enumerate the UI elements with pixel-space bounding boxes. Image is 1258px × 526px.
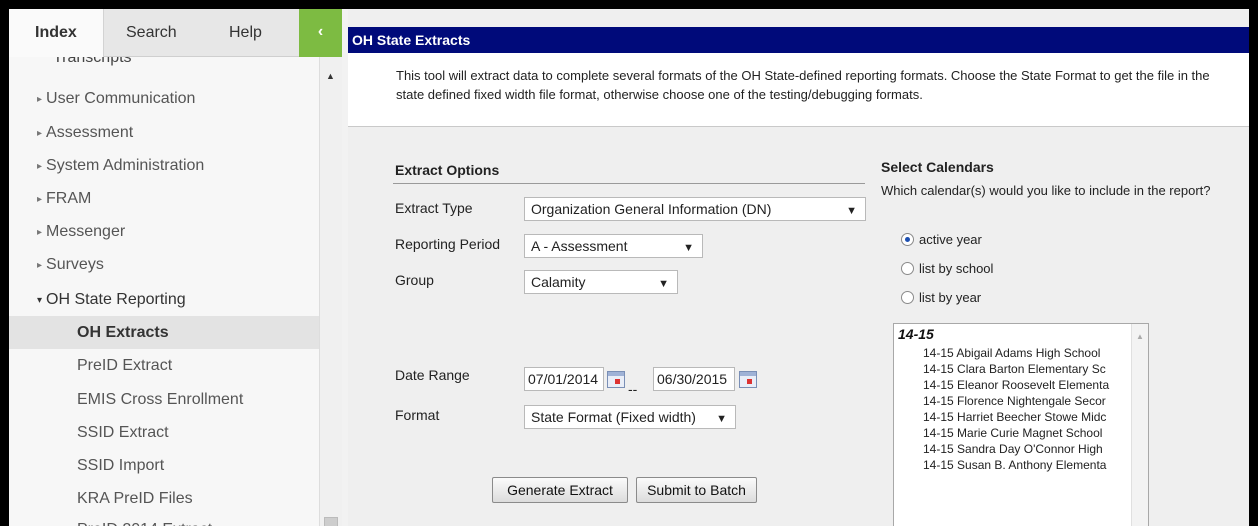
sidebar-item-oh-state-reporting[interactable]: ▾ OH State Reporting [9, 283, 319, 316]
extract-type-select[interactable]: Organization General Information (DN) ▼ [524, 197, 866, 221]
sidebar-item-messenger[interactable]: ▸ Messenger [9, 215, 319, 248]
sidebar-tabs: Index Search Help ‹ [9, 9, 342, 57]
radio-label: active year [919, 232, 982, 247]
tab-help[interactable]: Help [229, 9, 262, 57]
collapsed-arrow-icon: ▸ [37, 161, 43, 172]
sidebar-item-fram[interactable]: ▸ FRAM [9, 182, 319, 215]
collapsed-arrow-icon: ▸ [37, 128, 43, 139]
collapsed-arrow-icon: ▸ [37, 227, 43, 238]
sidebar-item-preid-2014-extract[interactable]: PreID 2014 Extract [9, 513, 319, 526]
sidebar-item-ssid-import[interactable]: SSID Import [9, 449, 319, 482]
radio-button[interactable] [901, 262, 914, 275]
extract-options-title: Extract Options [395, 162, 500, 178]
list-item[interactable]: 14-15 Susan B. Anthony Elementa [923, 457, 1148, 473]
list-item[interactable]: 14-15 Harriet Beecher Stowe Midc [923, 409, 1148, 425]
list-scrollbar[interactable]: ▲ [1131, 324, 1148, 526]
sidebar-item-assessment[interactable]: ▸ Assessment [9, 116, 319, 149]
calendars-question: Which calendar(s) would you like to incl… [881, 183, 1211, 198]
collapse-sidebar-button[interactable]: ‹ [299, 9, 342, 57]
sidebar-item-label: OH State Reporting [46, 291, 186, 308]
caret-down-icon: ▼ [846, 205, 857, 217]
sidebar-item-preid-extract[interactable]: PreID Extract [9, 349, 319, 382]
section-divider [393, 183, 865, 184]
format-label: Format [395, 407, 440, 423]
sidebar-item-system-administration[interactable]: ▸ System Administration [9, 149, 319, 182]
sidebar-item-label: System Administration [46, 157, 205, 174]
list-item[interactable]: 14-15 Abigail Adams High School [923, 345, 1148, 361]
radio-label: list by year [919, 290, 982, 305]
sidebar-nav: Transcripts ▸ User Communication ▸ Assessm… [9, 57, 319, 526]
calendar-icon[interactable] [739, 371, 757, 388]
list-item[interactable]: 14-15 Marie Curie Magnet School [923, 425, 1148, 441]
sidebar-item-label: Surveys [46, 256, 104, 273]
expanded-arrow-icon: ▾ [37, 295, 43, 306]
list-item[interactable]: 14-15 Florence Nightengale Secor [923, 393, 1148, 409]
date-range-separator: -- [628, 381, 638, 397]
sidebar-item-emis-cross-enrollment[interactable]: EMIS Cross Enrollment [9, 383, 319, 416]
scroll-up-icon[interactable]: ▲ [1136, 332, 1144, 341]
generate-extract-button[interactable]: Generate Extract [492, 477, 628, 503]
sidebar-item-ssid-extract[interactable]: SSID Extract [9, 416, 319, 449]
sidebar-item-label: Assessment [46, 124, 134, 141]
sidebar-item-transcripts-partial[interactable]: Transcripts [53, 57, 132, 67]
collapsed-arrow-icon: ▸ [37, 194, 43, 205]
start-date-input[interactable]: 07/01/2014 [524, 367, 604, 391]
sidebar: Index Search Help ‹ Transcripts ▸ User Co… [9, 9, 342, 526]
caret-down-icon: ▼ [658, 278, 669, 290]
reporting-period-value: A - Assessment [531, 238, 628, 254]
extract-type-label: Extract Type [395, 200, 473, 216]
radio-label: list by school [919, 261, 994, 276]
sidebar-item-oh-extracts[interactable]: OH Extracts [9, 316, 319, 349]
tab-index[interactable]: Index [9, 9, 104, 57]
extract-type-value: Organization General Information (DN) [531, 201, 772, 217]
sidebar-item-label: FRAM [46, 190, 92, 207]
collapsed-arrow-icon: ▸ [37, 94, 43, 105]
sidebar-item-user-communication[interactable]: ▸ User Communication [9, 82, 319, 115]
end-date-input[interactable]: 06/30/2015 [653, 367, 735, 391]
group-select[interactable]: Calamity ▼ [524, 270, 678, 294]
group-label: Group [395, 272, 434, 288]
sidebar-item-surveys[interactable]: ▸ Surveys [9, 248, 319, 281]
radio-button[interactable] [901, 291, 914, 304]
page-title: OH State Extracts [348, 27, 1249, 53]
collapsed-arrow-icon: ▸ [37, 260, 43, 271]
calendar-icon[interactable] [607, 371, 625, 388]
calendar-group-header: 14-15 [898, 326, 934, 342]
sidebar-item-kra-preid-files[interactable]: KRA PreID Files [9, 482, 319, 515]
description-box: This tool will extract data to complete … [348, 53, 1249, 127]
calendar-list[interactable]: 14-15 14-15 Abigail Adams High School 14… [893, 323, 1149, 526]
list-item[interactable]: 14-15 Sandra Day O'Connor High [923, 441, 1148, 457]
scrollbar-thumb[interactable] [324, 517, 338, 526]
sidebar-item-label: Messenger [46, 223, 126, 240]
caret-down-icon: ▼ [683, 242, 694, 254]
radio-button-checked[interactable] [901, 233, 914, 246]
description-text: This tool will extract data to complete … [396, 68, 1210, 102]
scroll-up-icon[interactable]: ▲ [326, 71, 335, 81]
select-calendars-title: Select Calendars [881, 159, 994, 175]
list-item[interactable]: 14-15 Eleanor Roosevelt Elementa [923, 377, 1148, 393]
reporting-period-select[interactable]: A - Assessment ▼ [524, 234, 703, 258]
caret-down-icon: ▼ [716, 413, 727, 425]
sidebar-scrollbar[interactable]: ▲ [319, 57, 342, 526]
tab-search[interactable]: Search [126, 9, 177, 57]
submit-to-batch-button[interactable]: Submit to Batch [636, 477, 757, 503]
list-item[interactable]: 14-15 Clara Barton Elementary Sc [923, 361, 1148, 377]
format-select[interactable]: State Format (Fixed width) ▼ [524, 405, 736, 429]
date-range-label: Date Range [395, 367, 470, 383]
reporting-period-label: Reporting Period [395, 236, 501, 252]
group-value: Calamity [531, 274, 586, 290]
app-frame: Index Search Help ‹ Transcripts ▸ User Co… [9, 9, 1249, 526]
main-panel: OH State Extracts This tool will extract… [348, 9, 1249, 526]
sidebar-item-label: User Communication [46, 90, 196, 107]
format-value: State Format (Fixed width) [531, 409, 696, 425]
